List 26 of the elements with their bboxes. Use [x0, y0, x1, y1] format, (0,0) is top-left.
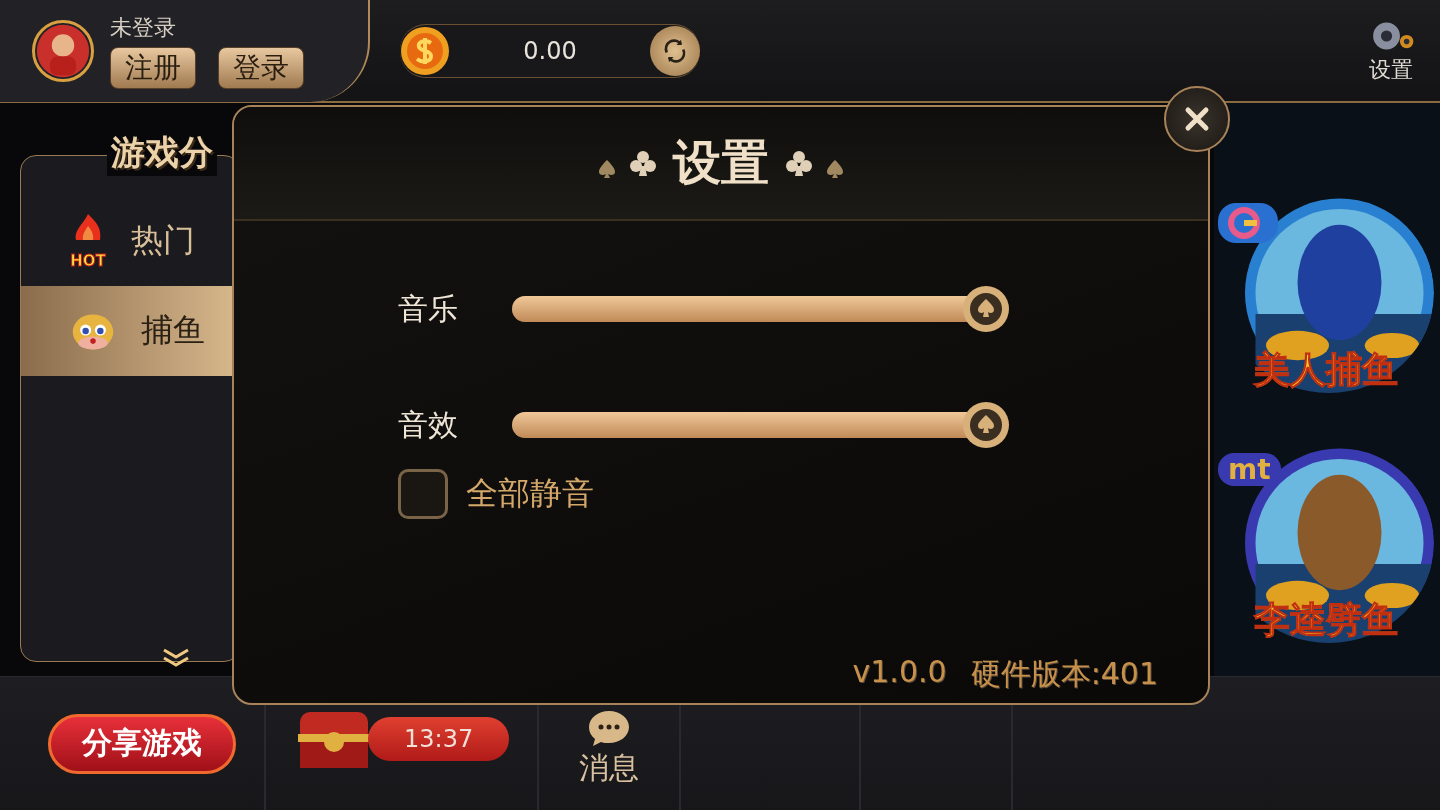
slider-handle[interactable] [962, 401, 1010, 449]
share-button[interactable]: 分享游戏 [48, 713, 236, 774]
mute-label: 全部静音 [466, 473, 594, 514]
settings-button[interactable]: 设置 [1366, 16, 1416, 85]
hardware-version-text: 硬件版本:401 [970, 655, 1158, 693]
chevron-down-icon [161, 647, 191, 667]
account-button[interactable]: 登录 [218, 46, 304, 89]
avatar-icon [32, 19, 94, 82]
countdown-timer: 13:37 [368, 716, 510, 761]
dialog-title: 设置 [673, 133, 769, 192]
messages-button[interactable]: 消息 [567, 708, 652, 789]
volume-slider[interactable] [512, 401, 1008, 449]
mute-checkbox[interactable] [398, 469, 448, 519]
slider-label: 音效 [398, 405, 459, 444]
slider-label: 音乐 [398, 289, 459, 328]
coin-icon [400, 25, 450, 76]
provider-badge: mt [1218, 453, 1281, 486]
refresh-button[interactable] [650, 25, 700, 76]
slider-handle[interactable] [962, 285, 1010, 333]
game-tile[interactable]: mt 李逵劈鱼 [1214, 443, 1434, 653]
version-text: v1.0.0 [852, 654, 947, 691]
balance-amount: 0.00 [522, 36, 578, 65]
account-button[interactable]: 注册 [110, 46, 196, 89]
volume-slider[interactable] [512, 285, 1008, 333]
provider-logo-icon [1218, 203, 1278, 243]
login-status: 未登录 [110, 13, 177, 42]
